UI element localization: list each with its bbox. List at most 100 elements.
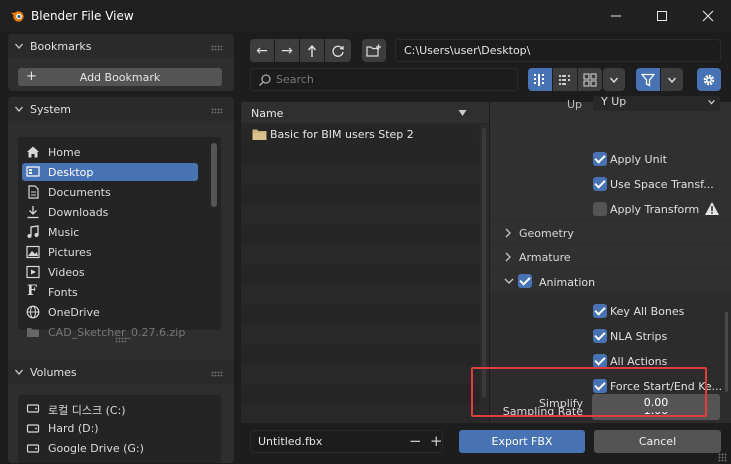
maximize-icon xyxy=(657,11,667,21)
file-scrollbar[interactable] xyxy=(482,128,486,398)
sidebar-item-pictures[interactable]: Pictures xyxy=(22,243,198,261)
system-scrollbar[interactable] xyxy=(211,143,217,207)
documents-icon xyxy=(28,185,39,199)
props-scrollbar[interactable] xyxy=(725,312,728,392)
filter-toggle-button[interactable] xyxy=(636,68,660,91)
bookmarks-header-label: Bookmarks xyxy=(30,40,92,53)
empty-row xyxy=(241,305,479,325)
sidebar-item-fonts[interactable]: F Fonts xyxy=(22,283,198,301)
file-row[interactable]: Basic for BIM users Step 2 xyxy=(241,125,479,145)
directory-path-input[interactable]: C:\Users\user\Desktop\ xyxy=(395,39,721,62)
volume-item-d[interactable]: Hard (D:) xyxy=(22,419,198,437)
empty-row xyxy=(241,185,479,205)
filter-settings-dropdown[interactable] xyxy=(661,68,683,91)
search-input[interactable]: Search xyxy=(250,68,518,91)
vertical-list-view-button[interactable] xyxy=(528,68,552,91)
volume-item-c[interactable]: 로컬 디스크 (C:) xyxy=(22,399,198,417)
sidebar-item-downloads[interactable]: Downloads xyxy=(22,203,198,221)
use-space-transform-checkbox[interactable] xyxy=(593,177,607,191)
sidebar-item-onedrive[interactable]: OneDrive xyxy=(22,303,198,321)
filter-icon xyxy=(641,73,655,87)
home-icon xyxy=(27,146,39,158)
empty-row xyxy=(241,225,479,245)
new-folder-button[interactable] xyxy=(362,39,386,62)
name-column-header[interactable]: Name xyxy=(241,102,489,124)
refresh-button[interactable] xyxy=(325,39,351,62)
sidebar-item-desktop[interactable]: Desktop xyxy=(22,163,198,181)
export-fbx-button[interactable]: Export FBX xyxy=(459,430,585,453)
up-axis-dropdown[interactable]: Y Up xyxy=(593,96,720,111)
armature-section-label: Armature xyxy=(519,251,571,264)
volume-item-label: Google Drive (G:) xyxy=(48,442,144,455)
grip-icon[interactable] xyxy=(211,108,223,114)
maximize-button[interactable] xyxy=(639,0,685,32)
sidebar-item-label: Videos xyxy=(48,266,85,279)
sidebar-item-music[interactable]: Music xyxy=(22,223,198,241)
volume-item-g[interactable]: Google Drive (G:) xyxy=(22,439,198,457)
gear-icon xyxy=(703,74,715,85)
minimize-button[interactable] xyxy=(593,0,639,32)
blender-logo-icon xyxy=(10,11,24,22)
horizontal-list-view-button[interactable] xyxy=(553,68,577,91)
apply-unit-checkbox[interactable] xyxy=(593,152,607,166)
directory-path-value: C:\Users\user\Desktop\ xyxy=(404,44,531,57)
folder-icon xyxy=(27,328,39,337)
key-all-bones-checkbox[interactable] xyxy=(593,304,607,318)
resize-grip-icon[interactable] xyxy=(718,453,727,462)
apply-transform-checkbox[interactable] xyxy=(593,202,607,216)
key-all-bones-label: Key All Bones xyxy=(610,305,685,318)
cancel-button[interactable]: Cancel xyxy=(594,430,721,453)
refresh-icon xyxy=(332,45,344,57)
chevron-right-icon xyxy=(505,228,511,238)
warning-icon xyxy=(705,202,719,215)
chevron-down-icon xyxy=(15,43,23,49)
close-button[interactable] xyxy=(685,0,731,32)
name-column-label: Name xyxy=(251,107,284,120)
grip-icon[interactable] xyxy=(211,371,223,377)
filename-value: Untitled.fbx xyxy=(258,435,323,448)
export-fbx-label: Export FBX xyxy=(491,435,553,448)
add-bookmark-button[interactable]: + Add Bookmark xyxy=(18,68,222,86)
options-gear-button[interactable] xyxy=(697,68,721,91)
window-title: Blender File View xyxy=(31,9,134,23)
divider xyxy=(490,219,731,220)
volume-item-label: Hard (D:) xyxy=(48,422,99,435)
animation-checkbox[interactable] xyxy=(518,274,532,288)
chevron-down-icon xyxy=(708,100,715,105)
volumes-list: 로컬 디스크 (C:) Hard (D:) Google Drive (G:) xyxy=(18,395,221,463)
sidebar-item-label: Music xyxy=(48,226,80,239)
back-button[interactable]: ← xyxy=(250,39,274,62)
filename-input[interactable]: Untitled.fbx − + xyxy=(250,430,443,453)
sidebar-item-label: Pictures xyxy=(48,246,92,259)
pictures-icon xyxy=(26,245,40,259)
up-axis-label: Up xyxy=(567,98,583,111)
volumes-header[interactable]: Volumes xyxy=(8,360,234,384)
parent-directory-button[interactable] xyxy=(300,39,324,62)
all-actions-checkbox[interactable] xyxy=(593,354,607,368)
thumbnail-view-button[interactable] xyxy=(578,68,602,91)
nla-strips-checkbox[interactable] xyxy=(593,329,607,343)
sidebar-item-cad-sketcher[interactable]: CAD_Sketcher_0.27.6.zip xyxy=(22,323,198,341)
apply-transform-label: Apply Transform xyxy=(610,203,700,216)
up-axis-value: Y Up xyxy=(601,96,627,108)
close-icon xyxy=(702,10,714,22)
chevron-down-icon xyxy=(15,369,23,375)
arrow-right-icon: → xyxy=(281,42,293,59)
decrement-button[interactable]: − xyxy=(409,432,422,450)
file-browser: Name Basic for BIM users Step 2 xyxy=(241,102,489,423)
forward-button[interactable]: → xyxy=(275,39,299,62)
sidebar-item-home[interactable]: Home xyxy=(22,143,198,161)
sidebar-item-videos[interactable]: Videos xyxy=(22,263,198,281)
display-settings-dropdown[interactable] xyxy=(603,68,625,91)
system-panel: System Home Desktop Documents Downloads xyxy=(8,97,234,385)
grip-icon[interactable] xyxy=(211,45,223,51)
bookmarks-header[interactable]: Bookmarks xyxy=(8,34,234,58)
grip-icon[interactable] xyxy=(115,337,127,343)
system-list: Home Desktop Documents Downloads Music P… xyxy=(18,137,221,339)
increment-button[interactable]: + xyxy=(430,432,443,450)
drive-icon xyxy=(26,404,40,413)
system-header[interactable]: System xyxy=(8,97,234,121)
sidebar-item-documents[interactable]: Documents xyxy=(22,183,198,201)
chevron-down-icon xyxy=(609,77,619,83)
search-icon xyxy=(258,74,271,87)
